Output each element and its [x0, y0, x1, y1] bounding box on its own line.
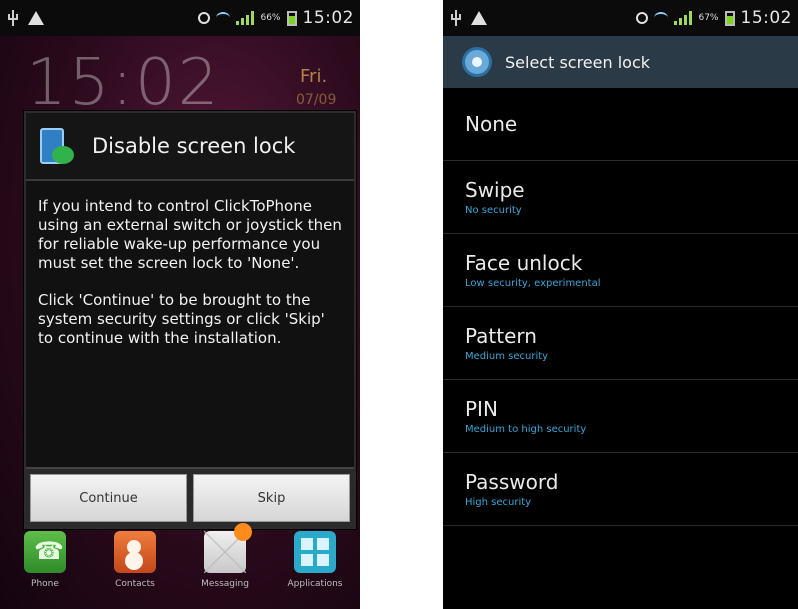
settings-gear-icon — [465, 50, 489, 74]
status-bar: 67% 15:02 — [443, 0, 798, 36]
option-label: Face unlock — [465, 251, 583, 275]
right-phone-screen: 67% 15:02 Select screen lock None Swipe … — [443, 0, 798, 609]
usb-icon — [451, 10, 461, 26]
skip-button[interactable]: Skip — [193, 474, 350, 522]
option-subtitle: High security — [465, 497, 532, 508]
screen-lock-options-list: None Swipe No security Face unlock Low s… — [443, 88, 798, 526]
usb-icon — [8, 10, 18, 26]
option-none[interactable]: None — [443, 88, 798, 161]
alarm-icon — [636, 12, 649, 24]
wifi-icon — [654, 12, 669, 24]
option-pattern[interactable]: Pattern Medium security — [443, 307, 798, 380]
battery-percent: 66% — [260, 13, 281, 23]
lockscreen-date: 07/09 — [296, 92, 337, 108]
dock-item-applications[interactable]: Applications — [276, 531, 354, 589]
warning-icon — [28, 11, 44, 25]
option-swipe[interactable]: Swipe No security — [443, 161, 798, 234]
option-label: Password — [465, 470, 559, 494]
dialog-paragraph-1: If you intend to control ClickToPhone us… — [38, 197, 342, 272]
wifi-icon — [216, 12, 231, 24]
dialog-header: Disable screen lock — [26, 113, 354, 181]
option-subtitle: Medium to high security — [465, 424, 587, 435]
dialog-button-bar: Continue Skip — [26, 467, 354, 527]
option-face-unlock[interactable]: Face unlock Low security, experimental — [443, 234, 798, 307]
option-pin[interactable]: PIN Medium to high security — [443, 380, 798, 453]
dock-label: Applications — [287, 579, 343, 589]
dock-item-contacts[interactable]: Contacts — [96, 531, 174, 589]
option-label: None — [465, 112, 518, 136]
dialog-title: Disable screen lock — [92, 134, 296, 158]
clicktophone-app-icon — [38, 126, 74, 166]
contacts-icon — [114, 531, 156, 573]
signal-icon — [674, 11, 693, 25]
battery-icon — [286, 10, 297, 26]
option-label: Pattern — [465, 324, 537, 348]
continue-button[interactable]: Continue — [30, 474, 187, 522]
dock-label: Contacts — [115, 579, 155, 589]
option-subtitle: No security — [465, 205, 522, 216]
dock: Phone Contacts Messaging Applications — [0, 523, 360, 609]
select-screen-lock-header: Select screen lock — [443, 36, 798, 88]
battery-icon — [724, 10, 735, 26]
dialog-body: If you intend to control ClickToPhone us… — [26, 181, 354, 348]
applications-icon — [294, 531, 336, 573]
option-subtitle: Low security, experimental — [465, 278, 601, 289]
option-password[interactable]: Password High security — [443, 453, 798, 526]
dock-label: Messaging — [201, 579, 249, 589]
option-subtitle: Medium security — [465, 351, 549, 362]
status-bar: 66% 15:02 — [0, 0, 360, 36]
status-time: 15:02 — [302, 8, 354, 28]
dialog-paragraph-2: Click 'Continue' to be brought to the sy… — [38, 291, 325, 347]
option-label: PIN — [465, 397, 498, 421]
dock-item-messaging[interactable]: Messaging — [186, 523, 264, 589]
status-time: 15:02 — [740, 8, 792, 28]
warning-icon — [471, 11, 487, 25]
alarm-icon — [198, 12, 211, 24]
disable-screen-lock-dialog: Disable screen lock If you intend to con… — [24, 111, 356, 529]
lockscreen-clock: 15:02 — [26, 46, 221, 120]
messaging-icon — [204, 523, 252, 573]
dock-item-phone[interactable]: Phone — [6, 531, 84, 589]
lockscreen-day: Fri. — [300, 66, 328, 87]
dock-label: Phone — [31, 579, 59, 589]
battery-percent: 67% — [698, 13, 719, 23]
page-title: Select screen lock — [505, 52, 651, 72]
signal-icon — [236, 11, 255, 25]
option-label: Swipe — [465, 178, 525, 202]
left-phone-screen: 66% 15:02 15:02 Fri. 07/09 Disable scree… — [0, 0, 360, 609]
phone-icon — [24, 531, 66, 573]
